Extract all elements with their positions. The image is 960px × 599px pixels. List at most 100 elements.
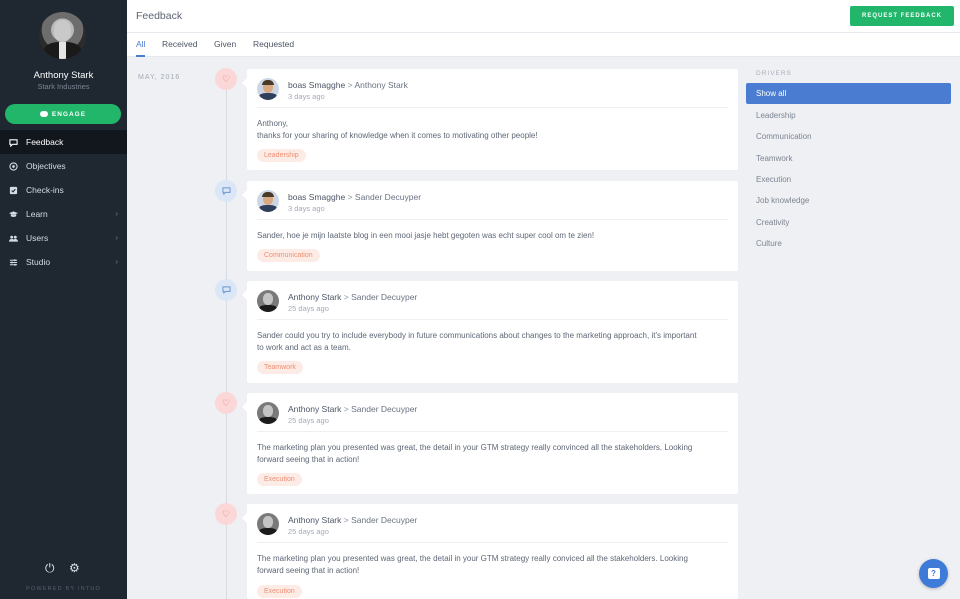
sidebar-nav: Feedback Objectives Check-ins Learn › Us… <box>0 130 127 274</box>
feedback-card[interactable]: Anthony Stark > Sander Decuyper 25 days … <box>242 393 738 494</box>
driver-filter-execution[interactable]: Execution <box>746 169 951 190</box>
tab-received[interactable]: Received <box>162 39 197 57</box>
driver-tag[interactable]: Leadership <box>257 149 306 162</box>
author-name[interactable]: boas Smagghe <box>288 80 345 90</box>
driver-filter-show-all[interactable]: Show all <box>746 83 951 104</box>
feedback-card[interactable]: boas Smagghe > Sander Decuyper 3 days ag… <box>242 181 738 271</box>
avatar <box>257 402 279 424</box>
card-body: Anthony, thanks for your sharing of know… <box>257 118 728 142</box>
driver-tag[interactable]: Execution <box>257 585 302 598</box>
author-name[interactable]: Anthony Stark <box>288 515 341 525</box>
tab-requested[interactable]: Requested <box>253 39 294 57</box>
power-icon[interactable]: ⏻ <box>45 561 55 576</box>
card-timestamp: 3 days ago <box>288 92 325 101</box>
card-body: Sander, hoe je mijn laatste blog in een … <box>257 230 728 242</box>
recipient-name[interactable]: Anthony Stark <box>354 80 407 90</box>
separator: > <box>347 80 353 90</box>
driver-filter-teamwork[interactable]: Teamwork <box>746 148 951 169</box>
author-name[interactable]: Anthony Stark <box>288 404 341 414</box>
help-button[interactable]: ? <box>919 559 948 588</box>
user-name: Anthony Stark <box>33 70 94 81</box>
heart-icon: ♡ <box>215 503 237 525</box>
sidebar: Anthony Stark Stark Industries ENGAGE Fe… <box>0 0 127 599</box>
engage-button-label: ENGAGE <box>51 110 87 118</box>
sidebar-item-label: Users <box>26 233 49 243</box>
driver-filter-communication[interactable]: Communication <box>746 126 951 147</box>
divider <box>257 431 728 432</box>
sidebar-item-learn[interactable]: Learn › <box>0 202 127 226</box>
sidebar-item-studio[interactable]: Studio › <box>0 250 127 274</box>
feedback-card[interactable]: Anthony Stark > Sander Decuyper 25 days … <box>242 281 738 383</box>
author-name[interactable]: boas Smagghe <box>288 192 345 202</box>
card-timestamp: 25 days ago <box>288 304 329 313</box>
avatar <box>257 513 279 535</box>
drivers-title: DRIVERS <box>756 70 792 77</box>
sidebar-item-label: Check-ins <box>26 185 64 195</box>
card-body-line: to work and act as a team. <box>257 343 351 352</box>
feedback-card[interactable]: Anthony Stark > Sander Decuyper 25 days … <box>242 504 738 599</box>
card-body-line: forward seeing that in action! <box>257 566 360 575</box>
sidebar-item-feedback[interactable]: Feedback <box>0 130 127 154</box>
card-body-line: Sander, hoe je mijn laatste blog in een … <box>257 231 595 240</box>
heart-icon: ♡ <box>215 392 237 414</box>
separator: > <box>347 192 353 202</box>
divider <box>257 319 728 320</box>
author-name[interactable]: Anthony Stark <box>288 292 341 302</box>
sidebar-item-label: Feedback <box>26 137 64 147</box>
tab-all[interactable]: All <box>136 39 146 57</box>
avatar[interactable] <box>39 12 86 59</box>
divider <box>257 542 728 543</box>
card-timestamp: 3 days ago <box>288 204 325 213</box>
card-body-line: Sander could you try to include everybod… <box>257 331 697 340</box>
card-body-line: The marketing plan you presented was gre… <box>257 554 688 563</box>
card-body: The marketing plan you presented was gre… <box>257 442 728 466</box>
recipient-name[interactable]: Sander Decuyper <box>351 404 417 414</box>
card-timestamp: 25 days ago <box>288 416 329 425</box>
card-author-line: Anthony Stark > Sander Decuyper <box>288 404 417 414</box>
driver-tag[interactable]: Communication <box>257 249 320 262</box>
card-body-line: The marketing plan you presented was gre… <box>257 443 693 452</box>
chevron-right-icon: › <box>115 233 118 242</box>
card-author-line: Anthony Stark > Sander Decuyper <box>288 292 417 302</box>
sliders-icon <box>9 258 18 267</box>
sidebar-item-users[interactable]: Users › <box>0 226 127 250</box>
separator: > <box>343 404 349 414</box>
card-body-line: Anthony, <box>257 119 288 128</box>
recipient-name[interactable]: Sander Decuyper <box>351 515 417 525</box>
sidebar-item-label: Objectives <box>26 161 66 171</box>
users-icon <box>9 234 18 243</box>
card-body-line: forward seeing that in action! <box>257 455 360 464</box>
divider <box>257 219 728 220</box>
card-author-line: Anthony Stark > Sander Decuyper <box>288 515 417 525</box>
driver-filter-culture[interactable]: Culture <box>746 233 951 254</box>
divider <box>257 107 728 108</box>
driver-filter-job-knowledge[interactable]: Job knowledge <box>746 190 951 211</box>
driver-filter-leadership[interactable]: Leadership <box>746 105 951 126</box>
sidebar-item-objectives[interactable]: Objectives <box>0 154 127 178</box>
checkbox-icon <box>9 186 18 195</box>
engage-button[interactable]: ENGAGE <box>5 104 121 124</box>
card-timestamp: 25 days ago <box>288 527 329 536</box>
tab-given[interactable]: Given <box>214 39 236 57</box>
page-title: Feedback <box>136 10 183 22</box>
sidebar-item-check-ins[interactable]: Check-ins <box>0 178 127 202</box>
recipient-name[interactable]: Sander Decuyper <box>355 192 421 202</box>
header: Feedback REQUEST FEEDBACK <box>127 0 960 33</box>
timeline-date: MAY, 2016 <box>138 74 181 81</box>
gear-icon[interactable]: ⚙ <box>69 561 80 575</box>
driver-tag[interactable]: Teamwork <box>257 361 303 374</box>
recipient-name[interactable]: Sander Decuyper <box>351 292 417 302</box>
chat-bubble-icon <box>9 138 18 147</box>
user-company: Stark Industries <box>37 82 90 91</box>
chat-bubble-icon <box>215 180 237 202</box>
driver-tag[interactable]: Execution <box>257 473 302 486</box>
heart-icon: ♡ <box>215 68 237 90</box>
chevron-right-icon: › <box>115 209 118 218</box>
sidebar-item-label: Studio <box>26 257 51 267</box>
driver-filter-creativity[interactable]: Creativity <box>746 212 951 233</box>
chat-bubble-icon <box>215 279 237 301</box>
request-feedback-button[interactable]: REQUEST FEEDBACK <box>850 6 954 26</box>
feedback-card[interactable]: boas Smagghe > Anthony Stark 3 days ago … <box>242 69 738 170</box>
sidebar-item-label: Learn <box>26 209 48 219</box>
avatar <box>257 78 279 100</box>
